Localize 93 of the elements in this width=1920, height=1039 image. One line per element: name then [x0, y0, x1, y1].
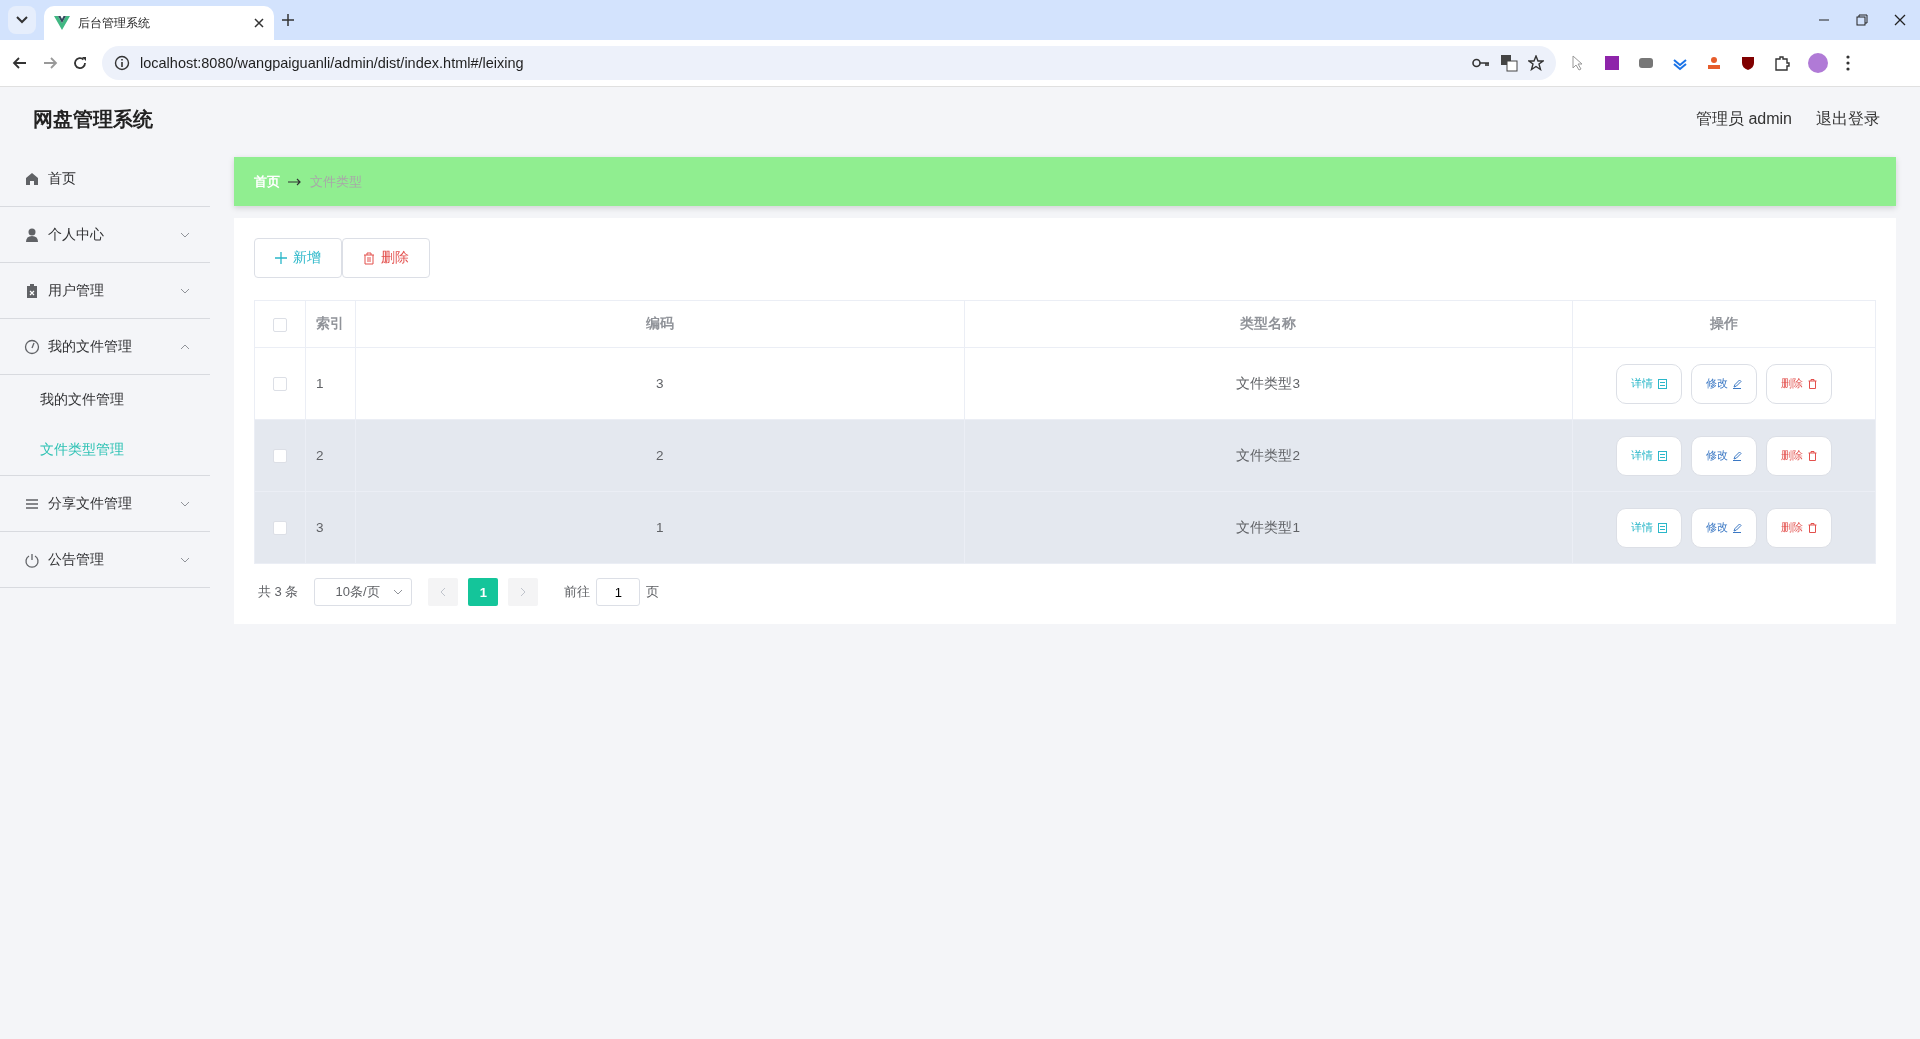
more-icon[interactable] — [1846, 55, 1850, 71]
breadcrumb-current: 文件类型 — [310, 172, 362, 191]
document-icon — [1658, 522, 1667, 533]
extension-icon[interactable] — [1604, 55, 1620, 71]
restore-icon[interactable] — [1856, 14, 1868, 26]
sidebar-subitem[interactable]: 我的文件管理 — [0, 375, 210, 425]
delete-button[interactable]: 删除 — [1766, 435, 1832, 476]
close-icon[interactable] — [1894, 14, 1906, 26]
table-cell: 3 — [355, 347, 964, 420]
row-checkbox[interactable] — [273, 377, 287, 392]
extension-icon[interactable] — [1706, 55, 1722, 71]
sidebar-item[interactable]: 首页 — [0, 151, 210, 207]
browser-tab[interactable]: 后台管理系统 — [44, 6, 274, 40]
column-header: 操作 — [1572, 300, 1876, 348]
close-icon[interactable] — [254, 18, 264, 28]
detail-button[interactable]: 详情 — [1616, 363, 1682, 404]
column-header: 索引 — [305, 300, 356, 348]
trash-icon — [363, 251, 375, 265]
column-header: 编码 — [355, 300, 964, 348]
power-icon — [24, 551, 40, 568]
edit-button[interactable]: 修改 — [1691, 435, 1757, 476]
sidebar-item[interactable]: 公告管理 — [0, 532, 210, 588]
back-icon[interactable] — [12, 55, 28, 71]
extension-icon[interactable] — [1638, 55, 1654, 71]
tab-title: 后台管理系统 — [78, 14, 151, 32]
chevron-icon — [180, 500, 190, 507]
puzzle-icon[interactable] — [1774, 55, 1790, 71]
page-size-select[interactable]: 10条/页 — [314, 578, 413, 606]
table-cell: 文件类型2 — [964, 419, 1573, 492]
table-cell: 3 — [305, 491, 356, 564]
select-all-checkbox[interactable] — [273, 317, 287, 332]
table-cell: 文件类型3 — [964, 347, 1573, 420]
chevron-icon — [16, 16, 28, 24]
pencil-icon — [1733, 522, 1742, 533]
sidebar-item[interactable]: 我的文件管理 — [0, 319, 210, 375]
add-button[interactable]: 新增 — [254, 238, 342, 278]
table-cell: 1 — [355, 491, 964, 564]
pencil-icon — [1733, 450, 1742, 461]
user-label: 管理员 admin — [1695, 108, 1792, 129]
chevron-icon — [180, 556, 190, 563]
sidebar-item[interactable]: 用户管理 — [0, 263, 210, 319]
trash-icon — [1808, 450, 1817, 461]
edit-button[interactable]: 修改 — [1691, 507, 1757, 548]
chevron-icon — [180, 343, 190, 350]
chevron-icon — [393, 589, 404, 595]
chevron-right-icon — [520, 587, 527, 597]
page-suffix: 页 — [646, 583, 660, 601]
trash-icon — [1808, 378, 1817, 389]
url-text: localhost:8080/wangpaiguanli/admin/dist/index.html#/leixing — [140, 55, 525, 71]
reload-icon[interactable] — [72, 55, 88, 71]
total-count: 共 3 条 — [258, 583, 299, 601]
forward-icon[interactable] — [42, 55, 58, 71]
person-icon — [24, 226, 40, 243]
document-icon — [1658, 378, 1667, 389]
address-bar[interactable]: localhost:8080/wangpaiguanli/admin/dist/index.html#/leixing — [102, 46, 1556, 80]
column-header: 类型名称 — [964, 300, 1573, 348]
home-icon — [24, 170, 40, 187]
table-cell: 2 — [355, 419, 964, 492]
chevron-left-icon — [440, 587, 447, 597]
star-icon[interactable] — [1528, 55, 1544, 71]
v-logo-icon — [54, 16, 70, 30]
delete-button[interactable]: 删除 — [1766, 507, 1832, 548]
delete-button[interactable]: 删除 — [1766, 363, 1832, 404]
info-icon — [114, 55, 130, 71]
new-tab-icon[interactable] — [282, 14, 294, 26]
table-cell: 文件类型1 — [964, 491, 1573, 564]
key-icon[interactable] — [1472, 57, 1490, 69]
row-checkbox[interactable] — [273, 521, 287, 536]
page-input[interactable]: 1 — [596, 578, 641, 606]
clipboard-icon — [24, 282, 40, 299]
detail-button[interactable]: 详情 — [1616, 507, 1682, 548]
table-cell: 1 — [305, 347, 356, 420]
arrow-icon — [288, 177, 302, 186]
edit-button[interactable]: 修改 — [1691, 363, 1757, 404]
pencil-icon — [1733, 378, 1742, 389]
avatar-icon[interactable] — [1808, 53, 1828, 73]
sidebar-item[interactable]: 分享文件管理 — [0, 476, 210, 532]
tab-list-button[interactable] — [8, 6, 36, 34]
sidebar-item[interactable]: 个人中心 — [0, 207, 210, 263]
gauge-icon — [24, 338, 40, 355]
shield-icon[interactable] — [1740, 55, 1756, 71]
goto-label: 前往 — [564, 583, 591, 601]
document-icon — [1658, 450, 1667, 461]
app-title: 网盘管理系统 — [33, 106, 154, 132]
trash-icon — [1808, 522, 1817, 533]
chevron-icon — [180, 231, 190, 238]
chevron-icon — [180, 287, 190, 294]
logout-link[interactable]: 退出登录 — [1816, 108, 1880, 130]
delete-button[interactable]: 删除 — [342, 238, 430, 278]
detail-button[interactable]: 详情 — [1616, 435, 1682, 476]
plus-icon — [275, 252, 287, 264]
table-cell: 2 — [305, 419, 356, 492]
row-checkbox[interactable] — [273, 449, 287, 464]
